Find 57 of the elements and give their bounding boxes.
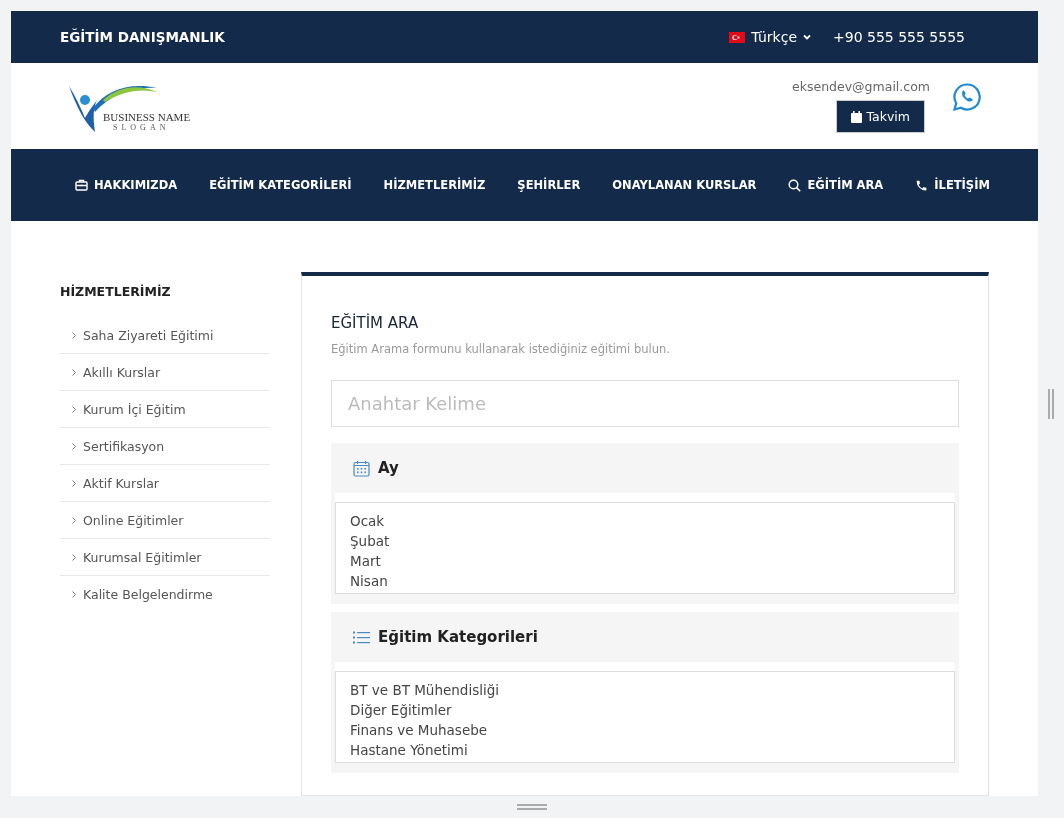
sidebar-link[interactable]: Kalite Belgelendirme [60,576,270,612]
nav-link[interactable]: İLETİŞİM [903,178,1002,192]
list-icon [353,630,370,644]
sidebar-link[interactable]: Sertifikasyon [60,428,270,465]
list-option[interactable]: Nisan [350,571,940,591]
sidebar-link[interactable]: Kurumsal Eğitimler [60,539,270,576]
resize-handle-icon[interactable] [1048,388,1054,419]
calendar-button[interactable]: Takvim [836,100,925,133]
logo-name: BUSINESS NAME [103,111,191,123]
sidebar-link[interactable]: Saha Ziyareti Eğitimi [60,317,270,354]
chevron-right-icon [72,368,76,376]
filter-title: Ay [378,459,399,477]
nav-link[interactable]: EĞİTİM KATEGORİLERİ [197,178,364,192]
sidebar-link[interactable]: Online Eğitimler [60,502,270,539]
chevron-right-icon [72,590,76,598]
calendar-icon [851,110,863,123]
chevron-right-icon [72,442,76,450]
list-option[interactable]: BT ve BT Mühendisliği [350,680,940,700]
chevron-right-icon [72,553,76,561]
sidebar-link[interactable]: Aktif Kurslar [60,465,270,502]
chevron-right-icon [72,479,76,487]
keyword-field[interactable]: Anahtar Kelime [331,380,959,427]
chevron-right-icon [72,405,76,413]
calendar-icon [353,459,370,477]
list-option[interactable]: Şubat [350,531,940,551]
chevron-right-icon [72,331,76,339]
list-option[interactable]: Diğer Eğitimler [350,700,940,720]
option-list[interactable]: Ocak Şubat Mart Nisan [335,502,955,594]
search-icon [788,178,802,192]
list-option[interactable]: Mart [350,551,940,571]
nav-link[interactable]: HAKKIMIZDA [63,178,190,192]
nav-link[interactable]: ONAYLANAN KURSLAR [600,178,769,192]
list-option[interactable]: Hastane Yönetimi [350,740,940,760]
sidebar-link[interactable]: Kurum İçi Eğitim [60,391,270,428]
nav-link[interactable]: ŞEHİRLER [505,178,593,192]
nav-link[interactable]: EĞİTİM ARA [776,178,896,192]
card-subtitle: Eğitim Arama formunu kullanarak istediğiniz eğitimi bulun. [331,342,671,356]
phone-icon [915,178,929,192]
email-address: eksendev@gmail.com [792,79,930,94]
logo-slogan: SLOGAN [113,123,171,132]
whatsapp-icon[interactable] [952,82,982,112]
card-title: EĞİTİM ARA [331,314,420,332]
list-option[interactable]: Finans ve Muhasebe [350,720,940,740]
briefcase-icon [75,179,88,191]
chevron-right-icon [72,516,76,524]
option-list[interactable]: BT ve BT Mühendisliği Diğer Eğitimler Finans ve Muhasebe Hastane Yönetimi [335,671,955,763]
filter-title: Eğitim Kategorileri [378,628,538,646]
sidebar-link[interactable]: Akıllı Kurslar [60,354,270,391]
nav-link[interactable]: HİZMETLERİMİZ [371,178,498,192]
brand-name: EĞİTİM DANIŞMANLIK [60,29,226,45]
phone-number: +90 555 555 5555 [833,29,965,45]
sidebar-title: HİZMETLERİMİZ [60,284,172,299]
resize-handle-icon[interactable] [517,804,547,810]
language-selector[interactable]: Türkçe [729,29,812,45]
chevron-down-icon [803,34,812,40]
list-option[interactable]: Ocak [350,511,940,531]
flag-icon [729,31,746,43]
